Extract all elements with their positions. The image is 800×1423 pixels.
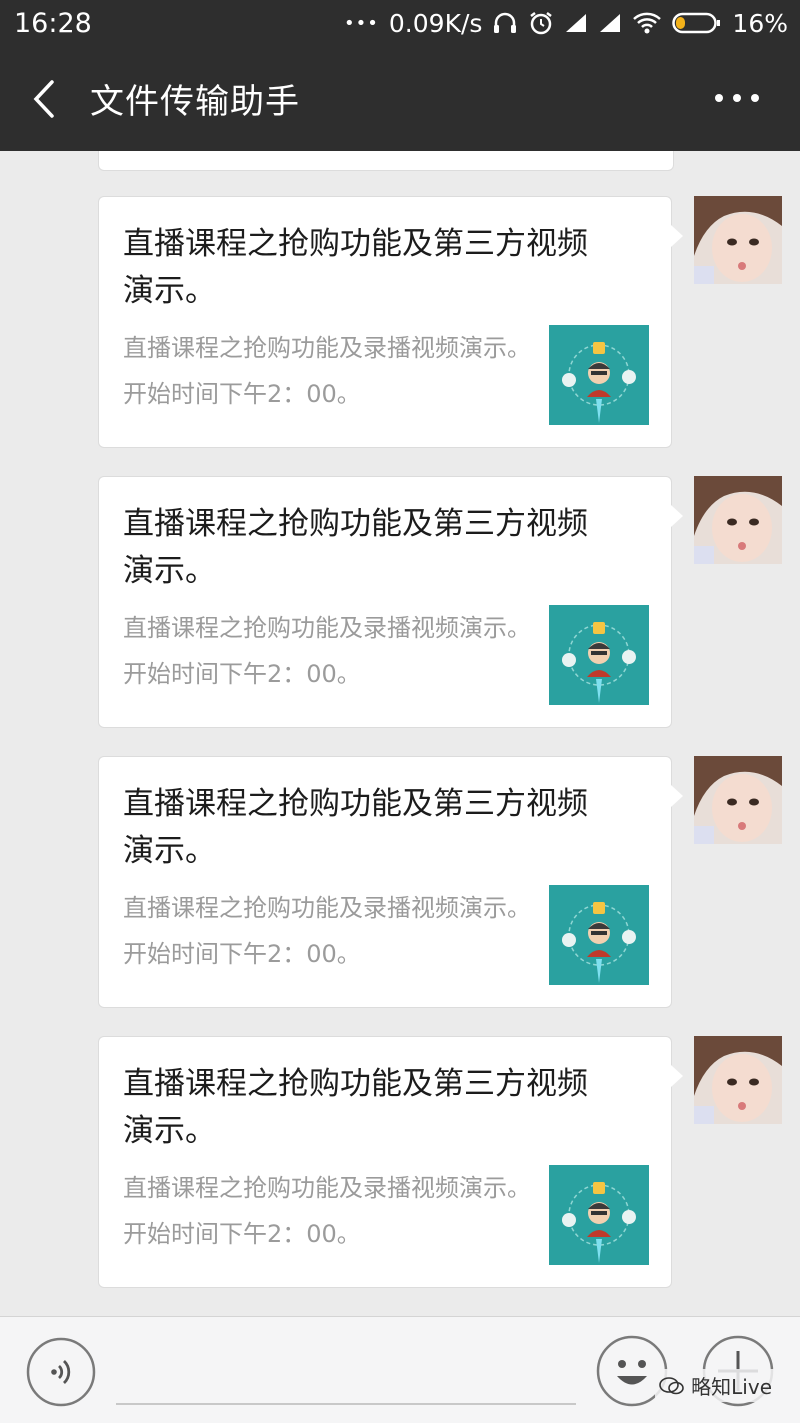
watermark-text: 略知Live <box>691 1375 772 1399</box>
message-description: 直播课程之抢购功能及录播视频演示。开始时间下午2：00。 <box>123 334 531 408</box>
message-thumbnail <box>549 1165 649 1265</box>
message-card-partial[interactable] <box>98 151 674 171</box>
message-description: 直播课程之抢购功能及录播视频演示。开始时间下午2：00。 <box>123 894 531 968</box>
avatar[interactable] <box>694 756 782 844</box>
message-card[interactable]: 直播课程之抢购功能及第三方视频演示。 直播课程之抢购功能及录播视频演示。开始时间… <box>98 756 683 1008</box>
status-bar: 16:28 ••• 0.09K/s 16% <box>0 0 800 46</box>
message-thumbnail <box>549 605 649 705</box>
message-description: 直播课程之抢购功能及录播视频演示。开始时间下午2：00。 <box>123 1174 531 1248</box>
chat-header: 文件传输助手 <box>0 46 800 151</box>
message-list[interactable]: 直播课程之抢购功能及第三方视频演示。 直播课程之抢购功能及录播视频演示。开始时间… <box>0 151 800 1316</box>
message-title: 直播课程之抢购功能及第三方视频演示。 <box>123 506 588 589</box>
message-card[interactable]: 直播课程之抢购功能及第三方视频演示。 直播课程之抢购功能及录播视频演示。开始时间… <box>98 196 683 448</box>
chat-title: 文件传输助手 <box>90 82 300 122</box>
message-card[interactable]: 直播课程之抢购功能及第三方视频演示。 直播课程之抢购功能及录播视频演示。开始时间… <box>98 1036 683 1288</box>
more-icon[interactable] <box>712 88 762 108</box>
battery-icon <box>672 11 722 35</box>
message-title: 直播课程之抢购功能及第三方视频演示。 <box>123 226 588 309</box>
status-indicators: ••• 0.09K/s 16% <box>344 8 788 38</box>
message-title: 直播课程之抢购功能及第三方视频演示。 <box>123 1066 588 1149</box>
avatar[interactable] <box>694 196 782 284</box>
message-title: 直播课程之抢购功能及第三方视频演示。 <box>123 786 588 869</box>
network-speed: 0.09K/s <box>388 8 483 38</box>
chat-input-bar: 略知Live <box>0 1316 800 1423</box>
message-card[interactable]: 直播课程之抢购功能及第三方视频演示。 直播课程之抢购功能及录播视频演示。开始时间… <box>98 476 683 728</box>
watermark: 略知Live <box>655 1369 776 1402</box>
wechat-logo-icon <box>659 1376 684 1394</box>
message-thumbnail <box>549 885 649 985</box>
chevron-left-icon[interactable] <box>26 76 66 122</box>
headphones-icon <box>492 10 518 36</box>
avatar[interactable] <box>694 1036 782 1124</box>
battery-percent: 16% <box>732 8 788 38</box>
wifi-icon <box>632 11 662 35</box>
more-notifications-indicator: ••• <box>344 12 379 34</box>
message-input[interactable] <box>116 1403 576 1405</box>
message-thumbnail <box>549 325 649 425</box>
alarm-icon <box>528 10 554 36</box>
avatar[interactable] <box>694 476 782 564</box>
message-description: 直播课程之抢购功能及录播视频演示。开始时间下午2：00。 <box>123 614 531 688</box>
voice-icon[interactable] <box>26 1337 96 1407</box>
signal-icon <box>564 12 588 34</box>
signal-icon <box>598 12 622 34</box>
status-time: 16:28 <box>14 8 92 39</box>
